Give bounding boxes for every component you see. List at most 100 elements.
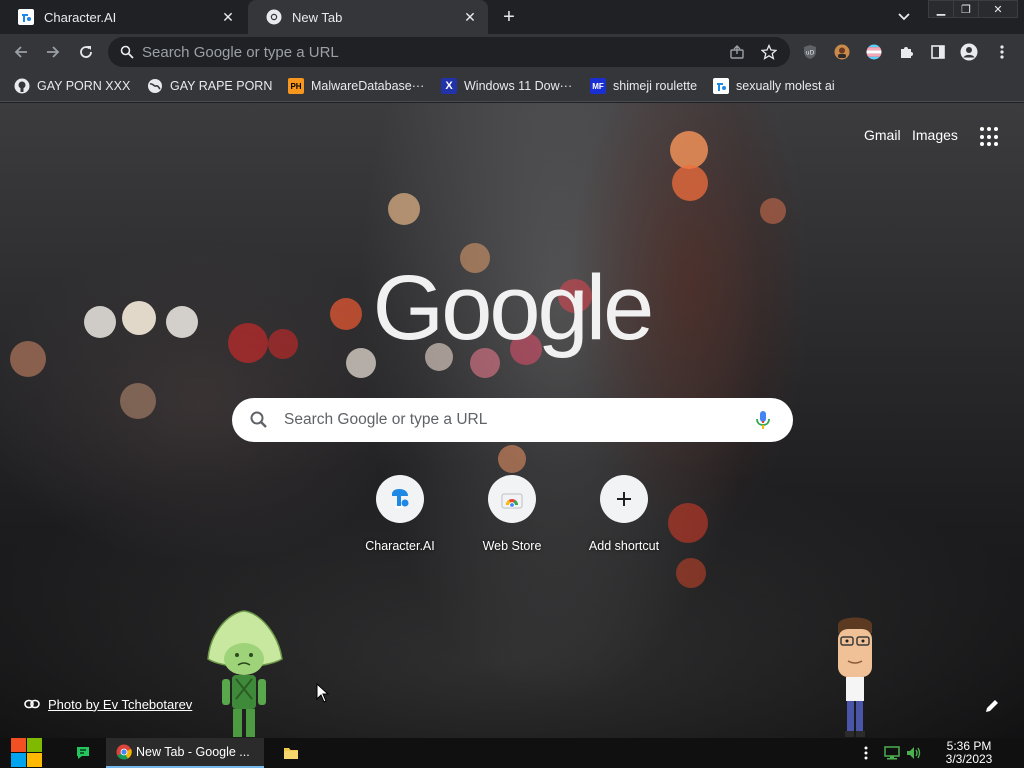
- trans-flag-extension-icon[interactable]: [865, 43, 883, 61]
- close-tab-icon[interactable]: ✕: [462, 9, 478, 25]
- customize-pencil-icon[interactable]: [984, 698, 1000, 714]
- bokeh-light: [676, 558, 706, 588]
- bokeh-light: [228, 323, 268, 363]
- forward-arrow-icon[interactable]: [42, 41, 64, 63]
- close-window-icon[interactable]: ✕: [978, 0, 1018, 18]
- browser-toolbar: Search Google or type a URL uD: [0, 34, 1024, 70]
- windows-start-icon[interactable]: [11, 738, 43, 768]
- bookmark-label: shimeji roulette: [613, 79, 698, 93]
- tab-character-ai[interactable]: Character.AI ✕: [0, 0, 246, 34]
- share-icon[interactable]: [728, 43, 746, 61]
- new-tab-plus-icon[interactable]: +: [498, 6, 520, 28]
- clock-date: 3/3/2023: [945, 752, 993, 766]
- chrome-icon: [116, 744, 132, 760]
- chrome-icon: [266, 9, 282, 25]
- bookmark-item[interactable]: X Windows 11 Dow···: [441, 77, 572, 95]
- tray-overflow-icon[interactable]: [857, 744, 875, 762]
- shortcut-label: Web Store: [482, 539, 542, 553]
- bookmark-label: GAY PORN XXX: [37, 79, 131, 93]
- chat-app-icon: [77, 747, 89, 759]
- bokeh-light: [760, 198, 786, 224]
- taskbar-app-icon[interactable]: [72, 738, 94, 768]
- volume-icon[interactable]: [905, 744, 923, 762]
- photo-credit-text: Photo by Ev Tchebotarev: [48, 696, 193, 712]
- ntp-search-placeholder: Search Google or type a URL: [284, 411, 488, 428]
- windows-taskbar: New Tab - Google ... 5:36 PM 3/3/2023: [0, 738, 1024, 768]
- svg-text:uD: uD: [806, 50, 815, 57]
- github-icon: [14, 78, 30, 94]
- character-ai-icon: [713, 78, 729, 94]
- bokeh-light: [120, 383, 156, 419]
- bookmark-label: sexually molest ai: [736, 79, 835, 93]
- bokeh-light: [10, 341, 46, 377]
- tab-new-tab[interactable]: New Tab ✕: [248, 0, 488, 34]
- bookmarks-bar: GAY PORN XXX GAY RAPE PORN PH MalwareDat…: [0, 70, 1024, 102]
- extensions-puzzle-icon[interactable]: [897, 43, 915, 61]
- bookmark-item[interactable]: MF shimeji roulette: [590, 77, 697, 95]
- photo-credit[interactable]: Photo by Ev Tchebotarev: [24, 695, 192, 713]
- avatar-extension-icon[interactable]: [833, 43, 851, 61]
- bokeh-light: [498, 445, 526, 473]
- shortcut-label: Add shortcut: [588, 539, 660, 553]
- green-gem-character-mascot[interactable]: [204, 609, 286, 738]
- taskbar-chrome-window[interactable]: New Tab - Google ...: [106, 738, 264, 768]
- ph-icon: PH: [288, 78, 304, 94]
- kebab-menu-icon[interactable]: [993, 43, 1011, 61]
- images-link[interactable]: Images: [912, 127, 958, 143]
- tab-title: Character.AI: [44, 9, 117, 25]
- mouse-cursor-icon: [316, 683, 330, 703]
- bookmark-label: Windows 11 Dow···: [464, 79, 573, 93]
- omnibox[interactable]: Search Google or type a URL: [108, 37, 790, 67]
- taskbar-file-explorer[interactable]: [280, 738, 302, 768]
- shortcut-add[interactable]: Add shortcut: [568, 475, 680, 565]
- bokeh-light: [388, 193, 420, 225]
- bookmark-star-icon[interactable]: [760, 43, 778, 61]
- new-tab-page: Gmail Images Google Search Google or typ…: [0, 103, 1024, 738]
- search-icon: [250, 411, 267, 428]
- bookmark-item[interactable]: sexually molest ai: [713, 77, 835, 95]
- bokeh-light: [122, 301, 156, 335]
- bokeh-light: [268, 329, 298, 359]
- bookmark-label: MalwareDatabase···: [311, 79, 425, 93]
- gmail-link[interactable]: Gmail: [864, 127, 901, 143]
- system-clock[interactable]: 5:36 PM 3/3/2023: [936, 740, 1002, 766]
- bokeh-light: [672, 165, 708, 201]
- bookmark-item[interactable]: GAY PORN XXX: [14, 77, 130, 95]
- reload-icon[interactable]: [75, 41, 97, 63]
- minimize-icon[interactable]: ▁: [928, 0, 954, 18]
- restore-icon[interactable]: ❐: [953, 0, 979, 18]
- bookmark-label: GAY RAPE PORN: [170, 79, 273, 93]
- ublock-origin-icon[interactable]: uD: [801, 43, 819, 61]
- bookmark-item[interactable]: PH MalwareDatabase···: [288, 77, 424, 95]
- tab-strip: Character.AI ✕ New Tab ✕ + ▁ ❐ ✕: [0, 0, 1024, 34]
- tab-search-chevron-icon[interactable]: [895, 8, 913, 26]
- bokeh-light: [670, 131, 708, 169]
- globe-icon: [147, 78, 163, 94]
- shortcut-character-ai[interactable]: Character.AI: [344, 475, 456, 565]
- tab-title: New Tab: [292, 9, 343, 25]
- network-icon[interactable]: [883, 744, 901, 762]
- shortcut-label: Character.AI: [365, 539, 435, 553]
- bokeh-light: [330, 298, 362, 330]
- ntp-search-box[interactable]: Search Google or type a URL: [232, 398, 793, 442]
- character-ai-icon: [18, 9, 34, 25]
- bokeh-light: [84, 306, 116, 338]
- shortcut-web-store[interactable]: Web Store: [456, 475, 568, 565]
- search-icon: [118, 43, 136, 61]
- bokeh-light: [166, 306, 198, 338]
- hank-hill-mascot[interactable]: [830, 611, 880, 738]
- link-icon: [24, 699, 40, 709]
- folder-icon: [284, 748, 298, 759]
- google-apps-grid-icon[interactable]: [980, 127, 1000, 147]
- chrome-web-store-icon: [488, 475, 536, 523]
- microphone-icon[interactable]: [753, 408, 773, 432]
- close-tab-icon[interactable]: ✕: [220, 9, 236, 25]
- profile-avatar-icon[interactable]: [960, 43, 978, 61]
- mf-icon: MF: [590, 78, 606, 94]
- taskbar-window-title: New Tab - Google ...: [136, 745, 250, 759]
- character-ai-icon: [376, 475, 424, 523]
- back-arrow-icon[interactable]: [10, 41, 32, 63]
- plus-icon: [600, 475, 648, 523]
- side-panel-icon[interactable]: [929, 43, 947, 61]
- bookmark-item[interactable]: GAY RAPE PORN: [147, 77, 272, 95]
